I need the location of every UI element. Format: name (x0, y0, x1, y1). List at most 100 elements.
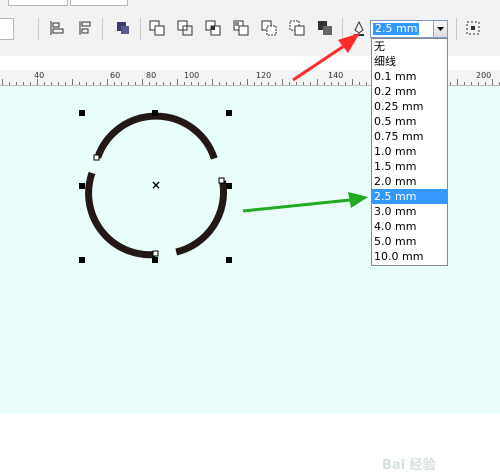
ruler-tick (464, 82, 465, 85)
ruler-tick (114, 82, 115, 85)
center-marker: × (151, 178, 162, 192)
ruler-tick (107, 79, 108, 85)
outline-width-option[interactable]: 3.0 mm (372, 204, 447, 219)
selection-handle[interactable] (226, 110, 232, 116)
separator (140, 18, 141, 40)
ruler-tick (324, 82, 325, 85)
circle-arc-top[interactable] (94, 112, 218, 160)
trim-icon[interactable] (176, 19, 194, 37)
align-left-icon[interactable] (48, 19, 66, 37)
selection-handle[interactable] (226, 257, 232, 263)
ruler-tick (163, 82, 164, 85)
ruler-tick (16, 82, 17, 85)
ruler-tick (149, 82, 150, 85)
outline-width-option[interactable]: 2.5 mm (372, 189, 447, 204)
outline-width-option[interactable]: 5.0 mm (372, 234, 447, 249)
selection-handle[interactable] (79, 183, 85, 189)
outline-width-select[interactable]: 2.5 mm (370, 20, 448, 38)
ruler-tick (191, 82, 192, 85)
ruler-tick (310, 82, 311, 85)
property-field[interactable] (70, 0, 128, 6)
outline-width-option[interactable]: 无 (372, 39, 447, 54)
ruler-tick (135, 82, 136, 85)
selection-handle[interactable] (79, 257, 85, 263)
outline-width-option[interactable]: 细线 (372, 54, 447, 69)
watermark: Bai 经验 (382, 458, 436, 473)
ruler-tick (492, 79, 493, 85)
ruler-tick (331, 82, 332, 85)
ruler-label: 140 (328, 71, 344, 80)
ruler-tick (23, 82, 24, 85)
ruler-tick (128, 82, 129, 85)
outline-width-option[interactable]: 0.1 mm (372, 69, 447, 84)
node-marker[interactable] (152, 250, 159, 257)
node-marker[interactable] (93, 154, 100, 161)
ruler-label: 60 (110, 71, 121, 80)
ruler-tick (30, 82, 31, 85)
selection-handle[interactable] (79, 110, 85, 116)
outline-pen-icon[interactable] (350, 19, 368, 37)
selection-handle[interactable] (226, 183, 232, 189)
selection-handle[interactable] (152, 110, 158, 116)
ruler-tick (219, 82, 220, 85)
ruler-tick (485, 82, 486, 85)
outline-width-option[interactable]: 1.5 mm (372, 159, 447, 174)
selection-handle[interactable] (152, 257, 158, 263)
ruler-tick (44, 82, 45, 85)
intersect-icon[interactable] (204, 19, 222, 37)
outline-width-option[interactable]: 0.5 mm (372, 114, 447, 129)
outline-width-list[interactable]: 无细线 0.1 mm 0.2 mm 0.25 mm 0.5 mm 0.75 mm 1.0 m… (371, 38, 448, 266)
boundary-icon[interactable] (316, 19, 334, 37)
outline-width-value: 2.5 mm (373, 22, 420, 35)
combine-icon[interactable] (114, 19, 132, 37)
dropdown-arrow-icon[interactable] (433, 21, 447, 37)
ruler-tick (289, 82, 290, 85)
ruler-tick (261, 82, 262, 85)
outline-width-option[interactable]: 0.75 mm (372, 129, 447, 144)
top-strip (0, 0, 500, 8)
back-minus-front-icon[interactable] (288, 19, 306, 37)
ruler-tick (450, 82, 451, 85)
ruler-tick (471, 82, 472, 85)
node-marker[interactable] (218, 177, 225, 184)
ruler-tick (478, 82, 479, 85)
front-minus-back-icon[interactable] (260, 19, 278, 37)
ruler-tick (156, 82, 157, 85)
ruler-tick (268, 82, 269, 85)
ruler-tick (9, 82, 10, 85)
ruler-label: 80 (146, 71, 157, 80)
outline-width-option[interactable]: 0.25 mm (372, 99, 447, 114)
ruler-tick (177, 79, 178, 85)
ruler-tick (2, 79, 3, 85)
ruler-tick (121, 82, 122, 85)
distribute-icon[interactable] (76, 19, 94, 37)
outline-width-option[interactable]: 4.0 mm (372, 219, 447, 234)
ruler-tick (93, 82, 94, 85)
ruler-tick (317, 79, 318, 85)
green-arrowhead (348, 192, 368, 208)
ruler-tick (296, 82, 297, 85)
ruler-label: 40 (34, 71, 45, 80)
ruler-tick (275, 82, 276, 85)
ruler-tick (338, 82, 339, 85)
simplify-icon[interactable] (232, 19, 250, 37)
circle-arc-right[interactable] (175, 180, 228, 256)
outline-width-option[interactable]: 2.0 mm (372, 174, 447, 189)
weld-icon[interactable] (148, 19, 166, 37)
outline-width-options: 无细线 0.1 mm 0.2 mm 0.25 mm 0.5 mm 0.75 mm 1.0 m… (372, 39, 447, 264)
size-field[interactable] (0, 18, 14, 40)
ruler-tick (51, 82, 52, 85)
ruler-tick (366, 82, 367, 85)
property-field[interactable] (8, 0, 68, 6)
ruler-tick (198, 82, 199, 85)
ruler-tick (184, 82, 185, 85)
outline-width-option[interactable]: 1.0 mm (372, 144, 447, 159)
ruler-tick (352, 79, 353, 85)
ruler-label: 120 (256, 71, 272, 80)
outline-width-option[interactable]: 10.0 mm (372, 249, 447, 264)
separator (456, 18, 457, 40)
ruler-tick (254, 82, 255, 85)
outline-width-option[interactable]: 0.2 mm (372, 84, 447, 99)
select-bounding-icon[interactable] (464, 19, 482, 37)
circle-arc-left[interactable] (85, 171, 156, 259)
